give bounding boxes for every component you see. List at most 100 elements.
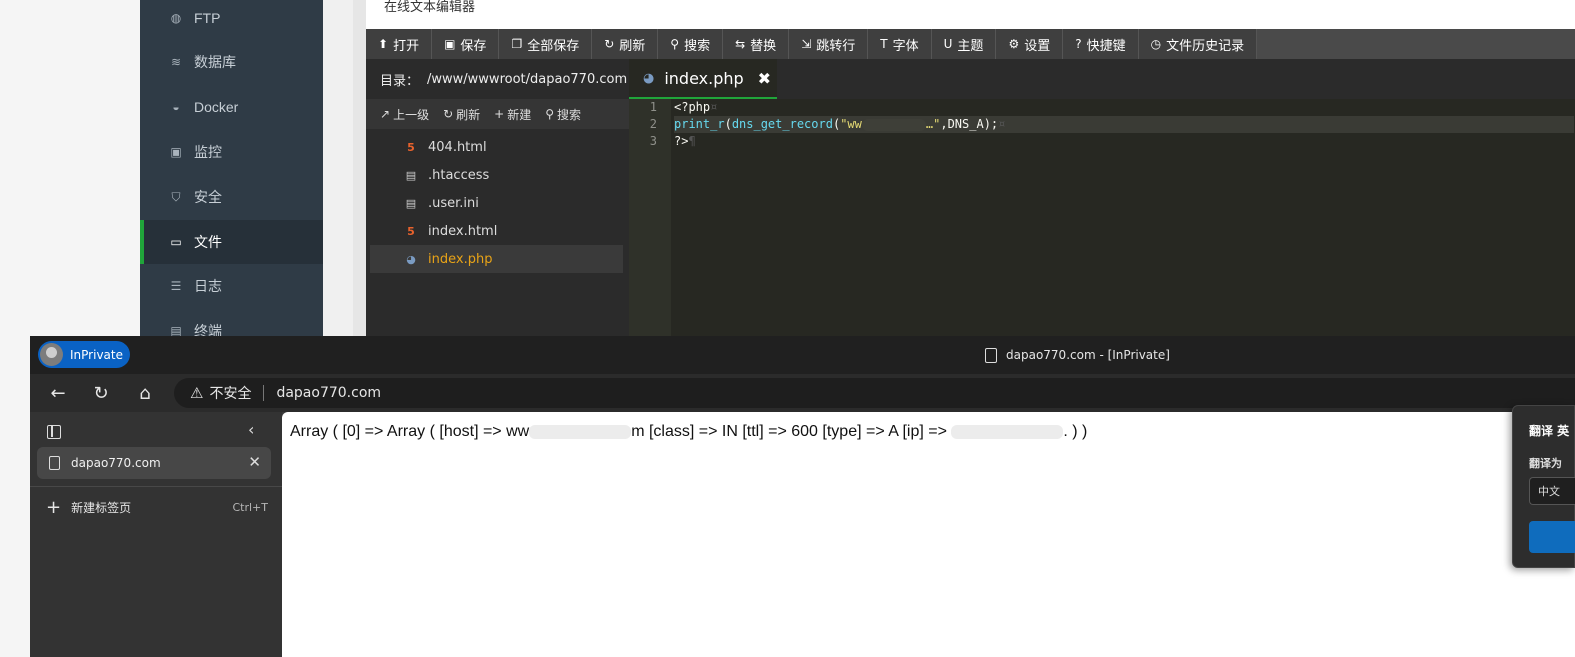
settings-button[interactable]: ⚙ 设置	[996, 29, 1064, 59]
translate-title: 翻译 英	[1529, 424, 1570, 438]
goto-line-label: 跳转行	[816, 38, 856, 54]
replace-button[interactable]: ⇆ 替换	[723, 29, 790, 59]
window-title-text: dapao770.com - [InPrivate]	[1006, 348, 1170, 362]
file-name: .user.ini	[428, 195, 479, 211]
save-all-button[interactable]: ❐ 全部保存	[499, 29, 593, 59]
sidebar-item-security[interactable]: ⛉ 安全	[140, 175, 323, 219]
sidebar-item-label: 数据库	[194, 54, 236, 70]
line-number: 2	[649, 117, 657, 131]
font-icon: T	[880, 37, 888, 51]
font-button[interactable]: T 字体	[868, 29, 932, 59]
search-label: 搜索	[684, 38, 711, 54]
upload-icon: ⬆	[378, 37, 389, 51]
output-text: Array ( [0] => Array ( [host] => ww	[290, 423, 530, 440]
directory-bar: 目录： /www/wwwroot/dapao770.com	[366, 59, 629, 99]
warning-icon: ⚠	[190, 384, 204, 402]
sidebar-item-label: 监控	[194, 144, 222, 160]
globe-icon: ◍	[170, 11, 182, 25]
content-background	[323, 0, 366, 340]
arrow-left-icon: ←	[50, 382, 66, 404]
close-tab-icon[interactable]: ✖	[758, 69, 771, 88]
plus-icon: +	[494, 107, 505, 121]
vertical-tabs-pane: ‹ dapao770.com ✕ + 新建标签页 Ctrl+T	[30, 412, 282, 657]
file-item[interactable]: 5 404.html	[370, 133, 623, 161]
up-level-button[interactable]: ↗ 上一级	[380, 106, 429, 123]
font-label: 字体	[892, 38, 919, 54]
goto-line-button[interactable]: ⇲ 跳转行	[789, 29, 869, 59]
redacted-blur	[529, 424, 632, 439]
tab-title: dapao770.com	[71, 456, 161, 470]
file-item[interactable]: ▤ .htaccess	[370, 161, 623, 189]
output-text: . ) )	[1063, 423, 1088, 440]
close-icon[interactable]: ✕	[248, 453, 261, 471]
code-punctuation: );	[983, 117, 999, 131]
address-bar[interactable]: ⚠ 不安全 dapao770.com	[174, 378, 1575, 408]
file-search-button[interactable]: ⚲ 搜索	[545, 106, 581, 123]
sidebar-item-label: FTP	[194, 10, 221, 26]
document-icon: ▤	[405, 196, 417, 210]
redacted-blur	[861, 118, 926, 131]
theme-button[interactable]: U 主题	[932, 29, 997, 59]
tab-actions-icon[interactable]	[47, 425, 61, 439]
php-open-tag: <?php	[674, 100, 711, 114]
refresh-label: 刷新	[619, 38, 646, 54]
file-history-button[interactable]: ◷ 文件历史记录	[1139, 29, 1258, 59]
open-button[interactable]: ⬆ 打开	[366, 29, 433, 59]
chevron-left-icon[interactable]: ‹	[248, 420, 254, 439]
save-label: 保存	[460, 38, 487, 54]
code-function: dns_get_record	[731, 117, 833, 131]
search-icon: ⚲	[670, 37, 680, 51]
editor-toolbar: ⬆ 打开 ▣ 保存 ❐ 全部保存 ↻ 刷新 ⚲ 搜索 ⇆ 替换 ⇲ 跳转行 T 字体 U 主题 ⚙…	[366, 29, 1575, 59]
line-end-marker: ¶	[688, 134, 696, 148]
panel-sidebar: ◍ FTP ≋ 数据库 ◒ Docker ▣ 监控 ⛉ 安全 ▭ 文件 ☰ 日志…	[140, 0, 323, 340]
divider	[30, 486, 282, 487]
html5-icon: 5	[407, 224, 415, 238]
refresh-button[interactable]: ↻ 刷新	[592, 29, 659, 59]
translate-language-select[interactable]: 中文	[1529, 477, 1575, 505]
shield-icon: ⛉	[171, 189, 181, 204]
file-name: index.php	[428, 251, 493, 267]
sidebar-item-monitor[interactable]: ▣ 监控	[140, 130, 323, 174]
new-file-button[interactable]: + 新建	[494, 106, 531, 123]
reload-button[interactable]: ↻	[89, 381, 113, 405]
file-item[interactable]: ▤ .user.ini	[370, 189, 623, 217]
code-area: ◕ index.php ✖ 1 2 3 <?php¤ print_r(dns_g…	[629, 59, 1575, 340]
new-tab-button[interactable]: + 新建标签页 Ctrl+T	[46, 495, 268, 519]
sidebar-item-label: 日志	[194, 278, 222, 294]
goto-line-icon: ⇲	[801, 37, 812, 51]
back-button[interactable]: ←	[46, 381, 70, 405]
html5-icon: 5	[407, 140, 415, 154]
document-icon: ▤	[405, 168, 417, 182]
file-item-selected[interactable]: ◕ index.php	[370, 245, 623, 273]
code-editor[interactable]: <?php¤ print_r(dns_get_record("ww …",DNS_…	[674, 99, 1574, 150]
file-item[interactable]: 5 index.html	[370, 217, 623, 245]
inprivate-badge[interactable]: InPrivate	[38, 341, 130, 368]
browser-titlebar: InPrivate dapao770.com - [InPrivate]	[30, 336, 1575, 374]
folder-icon: ▭	[170, 235, 182, 249]
home-button[interactable]: ⌂	[133, 381, 157, 405]
browser-tab[interactable]: dapao770.com ✕	[37, 447, 271, 479]
save-icon: ▣	[444, 37, 456, 51]
sidebar-item-database[interactable]: ≋ 数据库	[140, 40, 323, 84]
sidebar-item-logs[interactable]: ☰ 日志	[140, 264, 323, 308]
sidebar-item-ftp[interactable]: ◍ FTP	[140, 0, 323, 40]
sidebar-item-label: 文件	[194, 234, 222, 250]
sidebar-item-docker[interactable]: ◒ Docker	[140, 85, 323, 129]
file-refresh-label: 刷新	[456, 107, 481, 122]
shortcuts-button[interactable]: ? 快捷键	[1063, 29, 1139, 59]
avatar	[40, 343, 63, 366]
up-level-label: 上一级	[393, 107, 430, 122]
refresh-icon: ↻	[443, 107, 454, 121]
code-line-current: print_r(dns_get_record("ww …",DNS_A);¤	[674, 116, 1574, 133]
docker-icon: ◒	[172, 100, 180, 114]
new-file-label: 新建	[507, 107, 532, 122]
code-string: …"	[925, 117, 941, 131]
sidebar-item-files[interactable]: ▭ 文件	[140, 220, 323, 264]
url-text: dapao770.com	[276, 385, 382, 401]
save-button[interactable]: ▣ 保存	[432, 29, 500, 59]
search-button[interactable]: ⚲ 搜索	[658, 29, 724, 59]
new-tab-shortcut: Ctrl+T	[232, 500, 268, 514]
file-refresh-button[interactable]: ↻ 刷新	[443, 106, 480, 123]
tab-index-php[interactable]: ◕ index.php ✖	[629, 59, 777, 99]
translate-button[interactable]	[1529, 521, 1575, 553]
